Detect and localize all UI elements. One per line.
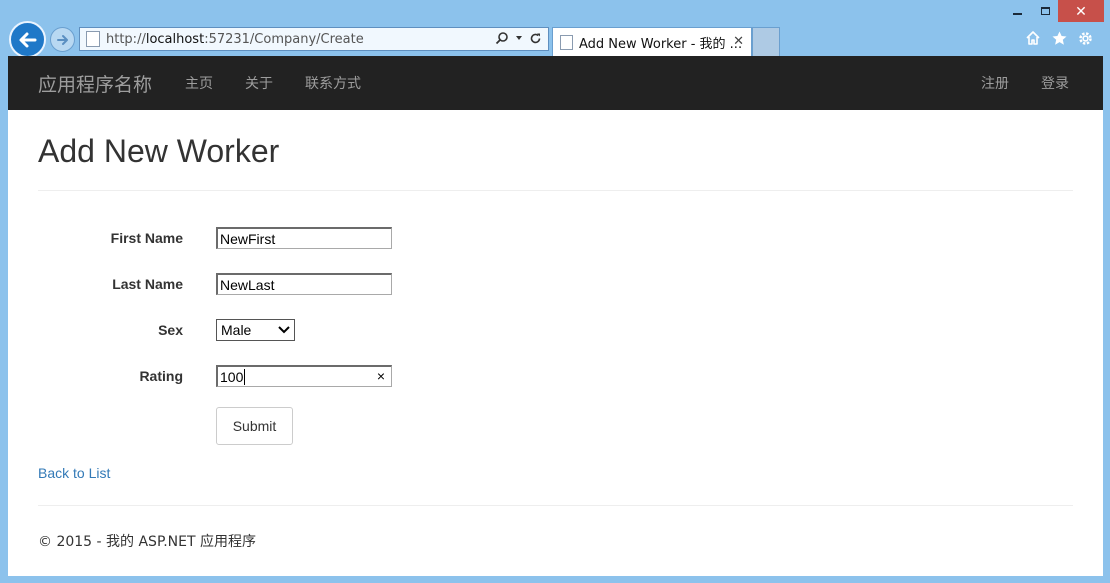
rating-label: Rating [139, 368, 183, 384]
text-caret [244, 368, 246, 385]
arrow-right-icon [56, 34, 68, 45]
address-bar[interactable]: http://localhost:57231/Company/Create [79, 27, 549, 51]
browser-chrome: ✕ http://localhost:57231/Company/Create … [0, 0, 1110, 58]
close-icon: ✕ [1075, 2, 1087, 19]
maximize-icon [1040, 7, 1050, 15]
back-to-list-link[interactable]: Back to List [38, 465, 1073, 481]
nav-link-contact[interactable]: 联系方式 [289, 73, 377, 93]
worker-form: First Name NewFirst Last Name NewLast Se… [38, 215, 1073, 453]
nav-link-about[interactable]: 关于 [229, 73, 289, 93]
navbar-brand[interactable]: 应用程序名称 [38, 70, 152, 97]
tab-close-icon[interactable]: ✕ [733, 33, 744, 49]
form-row-last-name: Last Name NewLast [38, 261, 1073, 307]
chevron-down-icon[interactable] [515, 34, 523, 42]
title-divider [38, 190, 1073, 191]
form-row-rating: Rating 100 × [38, 353, 1073, 399]
first-name-input[interactable]: NewFirst [216, 227, 392, 249]
first-name-value: NewFirst [220, 230, 276, 247]
nav-link-home[interactable]: 主页 [169, 73, 229, 93]
back-button[interactable] [9, 21, 46, 58]
sex-select[interactable]: Male [216, 319, 295, 341]
clear-icon[interactable]: × [377, 368, 385, 384]
refresh-icon[interactable] [529, 32, 542, 45]
first-name-label: First Name [110, 230, 183, 246]
nav-links: 主页 关于 联系方式 [169, 73, 377, 93]
form-row-submit: Submit [38, 399, 1073, 453]
last-name-input[interactable]: NewLast [216, 273, 392, 295]
window-close-button[interactable]: ✕ [1058, 0, 1104, 22]
nav-auth-links: 注册 登录 [965, 73, 1085, 93]
last-name-label: Last Name [112, 276, 183, 292]
rating-value: 100 [220, 368, 244, 385]
maximize-button[interactable] [1032, 0, 1058, 22]
rating-input[interactable]: 100 × [216, 365, 392, 387]
home-icon[interactable] [1024, 29, 1042, 47]
form-row-first-name: First Name NewFirst [38, 215, 1073, 261]
tab-title: Add New Worker - 我的 ... [579, 36, 743, 52]
browser-tab[interactable]: Add New Worker - 我的 ... ✕ [552, 27, 752, 56]
minimize-icon [1012, 13, 1022, 15]
browser-toolbar-icons [1024, 29, 1094, 47]
forward-button[interactable] [50, 27, 75, 52]
gear-icon[interactable] [1076, 29, 1094, 47]
chevron-down-icon [278, 326, 290, 334]
navbar: 应用程序名称 主页 关于 联系方式 注册 登录 [8, 56, 1103, 110]
sex-value: Male [221, 322, 252, 338]
tab-page-icon [560, 34, 573, 50]
footer-divider [38, 505, 1073, 506]
nav-link-register[interactable]: 注册 [965, 73, 1025, 93]
sex-label: Sex [158, 322, 183, 338]
submit-button[interactable]: Submit [216, 407, 293, 445]
address-tools [495, 31, 542, 45]
footer-text: © 2015 - 我的 ASP.NET 应用程序 [38, 534, 256, 550]
url-text: http://localhost:57231/Company/Create [106, 31, 364, 47]
main-content: Add New Worker First Name NewFirst Last … [8, 132, 1103, 551]
page-title: Add New Worker [38, 133, 280, 169]
page-icon [86, 31, 100, 47]
form-row-sex: Sex Male [38, 307, 1073, 353]
last-name-value: NewLast [220, 276, 275, 293]
nav-link-login[interactable]: 登录 [1025, 73, 1085, 93]
arrow-left-icon [19, 32, 36, 47]
star-icon[interactable] [1050, 29, 1068, 47]
new-tab-button[interactable] [752, 27, 780, 56]
page-viewport: 应用程序名称 主页 关于 联系方式 注册 登录 Add New Worker F… [8, 56, 1103, 576]
search-icon[interactable] [495, 31, 509, 45]
minimize-button[interactable] [1002, 0, 1032, 22]
